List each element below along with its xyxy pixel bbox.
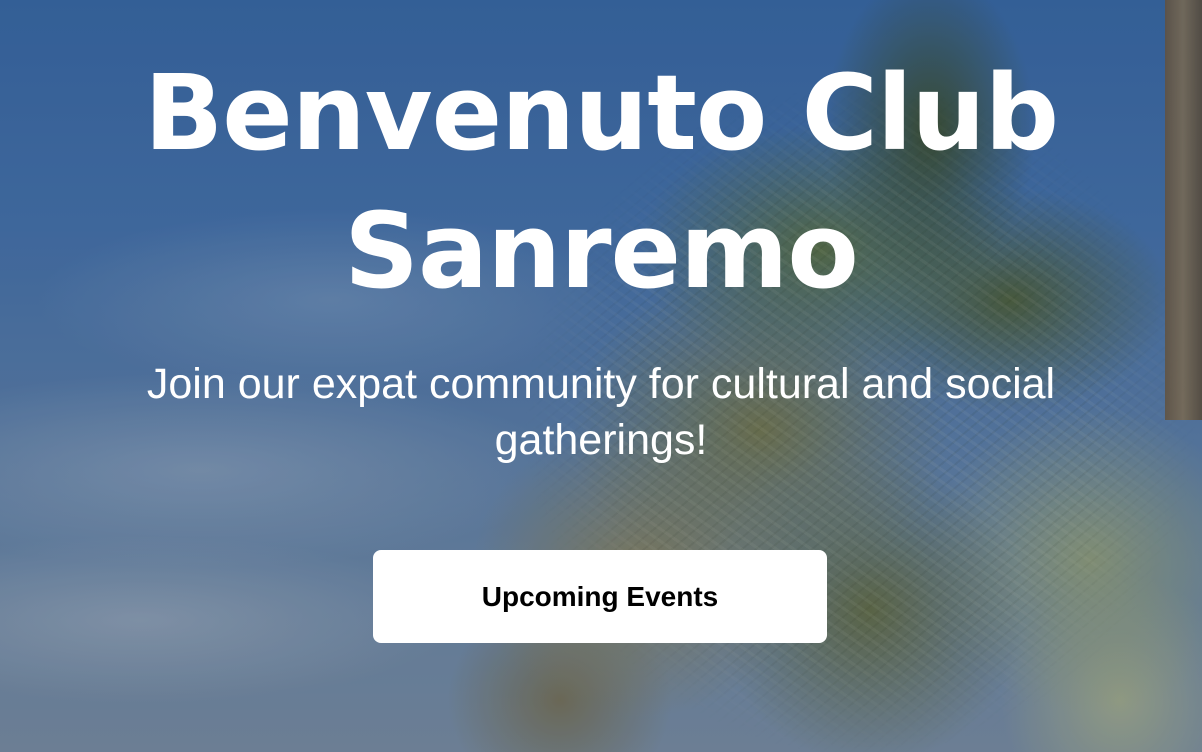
hero-title-line-2: Sanremo [344,190,859,312]
hero-section: Benvenuto Club Sanremo Join our expat co… [0,0,1202,752]
hero-subtitle: Join our expat community for cultural an… [146,360,1056,464]
hero-title-line-1: Benvenuto Club [143,52,1059,174]
upcoming-events-button[interactable]: Upcoming Events [373,550,827,643]
hero-title: Benvenuto Club Sanremo [0,44,1202,320]
